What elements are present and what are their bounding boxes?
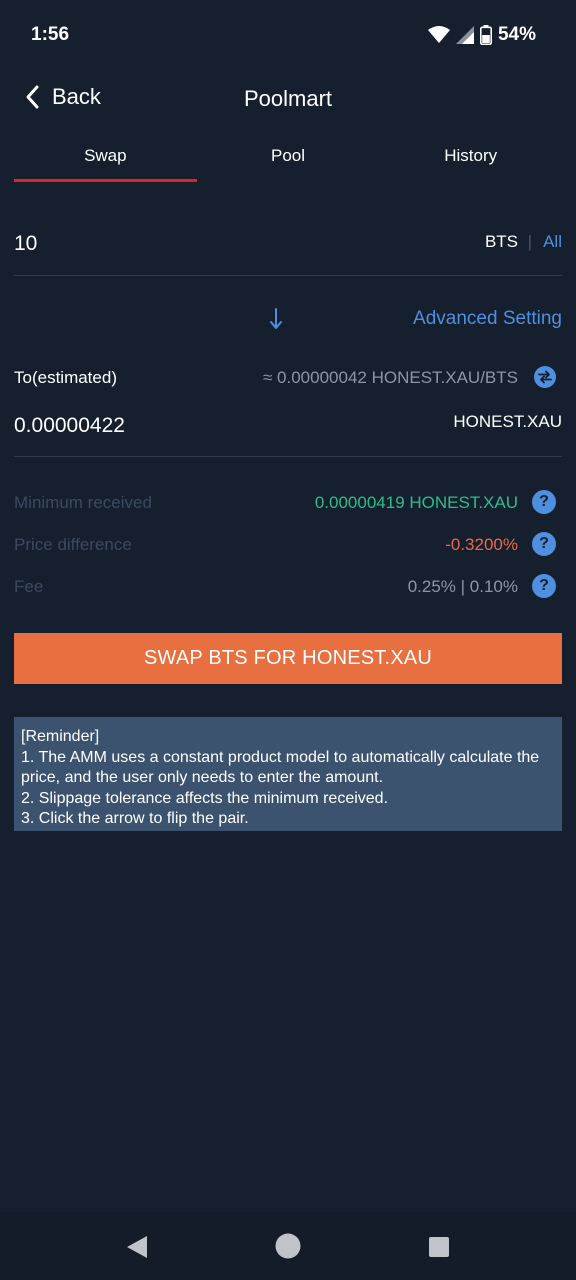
- reminder-line: 2. Slippage tolerance affects the minimu…: [21, 789, 389, 807]
- exchange-rate: ≈ 0.00000042 HONEST.XAU/BTS: [262, 368, 518, 387]
- price-difference-label: Price difference: [14, 535, 132, 554]
- tab-bar: Swap Pool History: [0, 130, 576, 186]
- minimum-received-value: 0.00000419 HONEST.XAU: [314, 493, 518, 512]
- reminder-title: [Reminder]: [21, 728, 100, 745]
- amount-input[interactable]: [14, 232, 314, 256]
- separator: |: [527, 232, 532, 251]
- help-icon[interactable]: ?: [532, 532, 556, 556]
- screen: 1:56 54% Back Poolmart Swap Pool History…: [0, 0, 576, 1280]
- minimum-received-row: Minimum received 0.00000419 HONEST.XAU ?: [14, 490, 562, 516]
- system-nav-bar: [0, 1212, 576, 1280]
- advanced-setting-link[interactable]: Advanced Setting: [413, 308, 562, 330]
- battery-percent: 54%: [497, 24, 536, 45]
- fee-row: Fee 0.25% | 0.10% ?: [14, 574, 562, 600]
- battery-icon: [479, 25, 492, 45]
- home-circle-icon[interactable]: [275, 1233, 301, 1259]
- swap-button[interactable]: SWAP BTS FOR HONEST.XAU: [14, 633, 562, 684]
- reminder-box: [Reminder] 1. The AMM uses a constant pr…: [14, 717, 562, 831]
- all-button[interactable]: All: [543, 232, 562, 252]
- tab-swap[interactable]: Swap: [14, 130, 197, 186]
- recents-square-icon[interactable]: [428, 1236, 450, 1258]
- fee-label: Fee: [14, 577, 44, 596]
- swap-pair-icon[interactable]: [534, 366, 556, 388]
- arrow-down-icon[interactable]: [266, 306, 286, 332]
- to-amount-value: 0.00000422: [14, 414, 125, 437]
- to-row: 0.00000422 HONEST.XAU: [14, 400, 562, 457]
- minimum-received-label: Minimum received: [14, 493, 152, 512]
- reminder-line: 3. Click the arrow to flip the pair.: [21, 810, 249, 827]
- tab-pool[interactable]: Pool: [197, 130, 380, 186]
- tab-history[interactable]: History: [379, 130, 562, 186]
- from-asset-label[interactable]: BTS: [485, 232, 518, 252]
- status-bar: 1:56 54%: [0, 0, 576, 70]
- back-triangle-icon[interactable]: [125, 1234, 149, 1260]
- to-estimated-label: To(estimated): [14, 368, 117, 387]
- status-icons: 54%: [427, 24, 536, 46]
- page-title: Poolmart: [243, 86, 333, 111]
- signal-icon: [455, 26, 474, 44]
- amount-row: BTS | All: [14, 220, 562, 276]
- status-time: 1:56: [31, 24, 70, 45]
- wifi-icon: [427, 26, 450, 43]
- help-icon[interactable]: ?: [532, 490, 556, 514]
- fee-value: 0.25% | 0.10%: [407, 577, 518, 596]
- price-difference-value: -0.3200%: [445, 535, 518, 554]
- price-difference-row: Price difference -0.3200% ?: [14, 532, 562, 558]
- to-asset-label[interactable]: HONEST.XAU: [453, 412, 562, 432]
- help-icon[interactable]: ?: [532, 574, 556, 598]
- reminder-line: 1. The AMM uses a constant product model…: [21, 748, 540, 787]
- header: Back Poolmart: [0, 70, 576, 128]
